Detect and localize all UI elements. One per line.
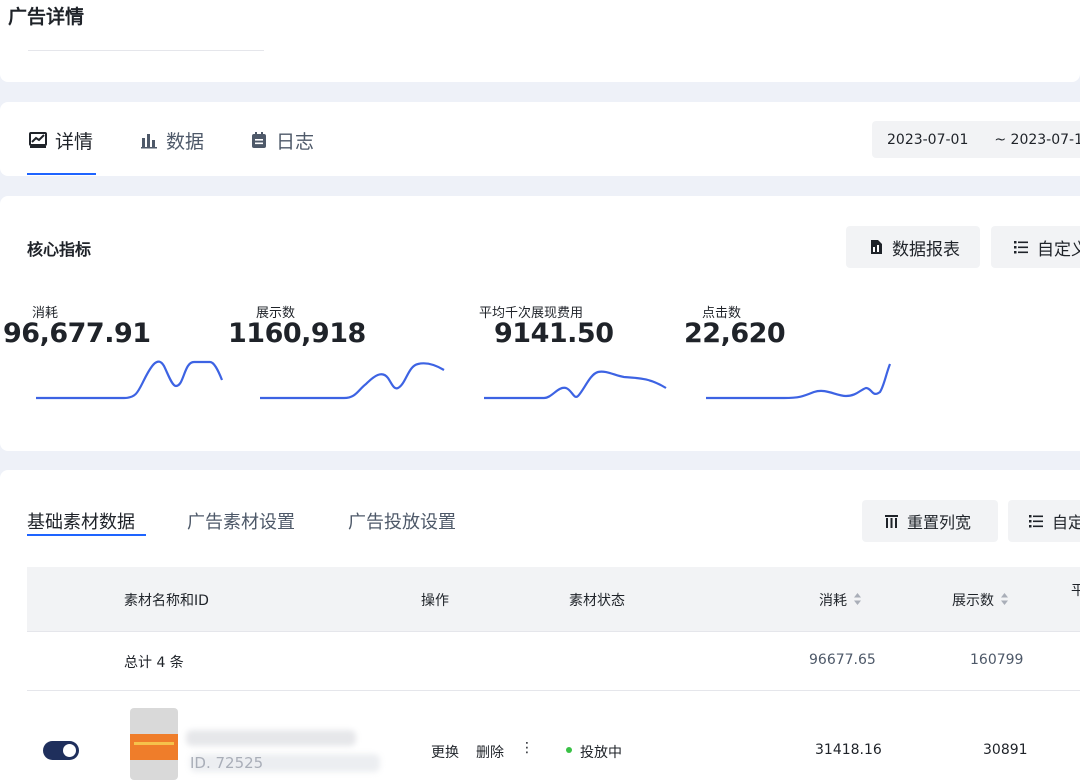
impressions-sparkline	[260, 362, 445, 400]
material-status: 投放中	[580, 745, 622, 761]
material-thumbnail[interactable]	[130, 708, 178, 780]
metric-spend-value: 96,677.91	[3, 318, 151, 349]
header-divider	[28, 50, 264, 51]
data-report-button[interactable]: 数据报表	[846, 226, 980, 268]
tab-details[interactable]: 详情	[29, 127, 93, 153]
reset-column-width-label: 重置列宽	[907, 513, 972, 532]
customize-metrics-label: 自定义	[1037, 239, 1080, 260]
total-row-label: 总计 4 条	[124, 655, 184, 671]
delete-link[interactable]: 删除	[476, 742, 504, 762]
date-end: ~ 2023-07-1	[994, 131, 1080, 148]
date-range-picker[interactable]: 2023-07-01 ~ 2023-07-1	[872, 121, 1080, 158]
tab-log-label: 日志	[276, 130, 315, 153]
metric-cpm-value: 9141.50	[494, 318, 614, 349]
thumbnail-band	[130, 734, 178, 760]
total-row-divider	[27, 690, 1080, 691]
col-operations: 操作	[421, 593, 449, 609]
page-title: 广告详情	[8, 6, 85, 28]
customize-metrics-button[interactable]: 自定义	[991, 226, 1080, 268]
material-id-prefix: ID. 72525	[190, 754, 264, 772]
header-card	[0, 0, 1080, 82]
more-actions-icon[interactable]: ⋮	[520, 740, 534, 756]
tab-details-label: 详情	[55, 130, 94, 153]
col-spend-label: 消耗	[819, 593, 847, 609]
replace-link[interactable]: 更换	[431, 742, 459, 762]
spend-sparkline	[36, 360, 224, 400]
col-spend[interactable]: 消耗	[819, 590, 862, 610]
thumbnail-stripe	[134, 742, 174, 745]
customize-columns-button[interactable]: 自定	[1008, 500, 1080, 542]
col-material-status: 素材状态	[569, 593, 625, 609]
col-next-partial: 平	[1071, 583, 1080, 599]
toggle-knob	[63, 744, 76, 757]
chart-area-icon	[29, 131, 47, 149]
data-report-label: 数据报表	[892, 239, 960, 260]
bar-chart-icon	[140, 131, 158, 149]
tab-log[interactable]: 日志	[250, 127, 314, 153]
reset-column-width-button[interactable]: 重置列宽	[862, 500, 998, 542]
redacted-material-name	[186, 730, 356, 746]
cpm-sparkline	[484, 370, 667, 400]
columns-icon	[884, 514, 899, 529]
col-impressions-label: 展示数	[952, 593, 994, 609]
tab-data-label: 数据	[166, 130, 205, 153]
header-divider-line	[27, 631, 1080, 632]
sort-icon[interactable]	[1000, 592, 1009, 610]
calendar-note-icon	[250, 131, 268, 149]
core-metrics-title: 核心指标	[27, 240, 92, 259]
tab-active-indicator	[27, 173, 96, 175]
clicks-sparkline	[706, 363, 892, 400]
subtab-basic-material-data[interactable]: 基础素材数据	[27, 508, 135, 534]
subtab-active-indicator	[27, 534, 146, 536]
status-dot-icon	[566, 747, 572, 753]
metric-impressions-value: 1160,918	[228, 318, 366, 349]
subtab-ad-delivery-settings[interactable]: 广告投放设置	[348, 508, 456, 534]
tab-data[interactable]: 数据	[140, 127, 204, 153]
list-icon	[1013, 239, 1029, 255]
row-impressions: 30891	[983, 742, 1028, 758]
customize-columns-label: 自定	[1052, 513, 1080, 532]
row-spend: 31418.16	[815, 742, 882, 758]
total-row-spend: 96677.65	[809, 652, 876, 668]
material-toggle-switch[interactable]	[43, 741, 79, 760]
col-impressions[interactable]: 展示数	[952, 590, 1009, 610]
sort-icon[interactable]	[853, 592, 862, 610]
report-file-icon	[868, 239, 884, 255]
col-material-name: 素材名称和ID	[124, 593, 209, 609]
date-start: 2023-07-01	[887, 131, 969, 148]
metric-clicks-value: 22,620	[684, 318, 786, 349]
total-row-impressions: 160799	[970, 652, 1024, 668]
subtab-ad-material-settings[interactable]: 广告素材设置	[187, 508, 295, 534]
list-icon	[1028, 513, 1044, 529]
